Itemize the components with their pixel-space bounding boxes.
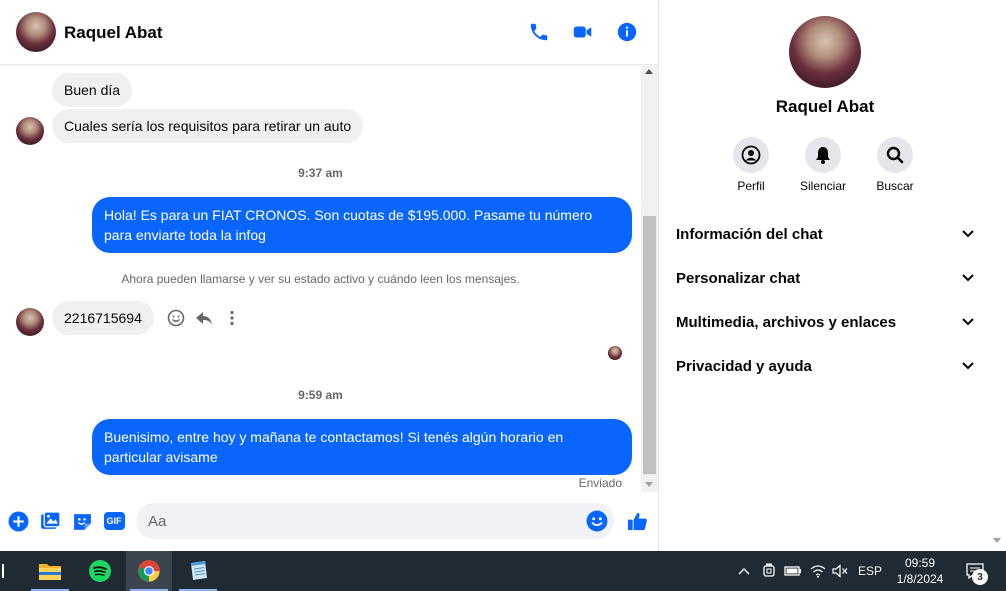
windows-taskbar: ESP 09:59 1/8/2024 3 [0, 551, 1006, 591]
section-chat-info[interactable]: Información del chat [676, 222, 976, 246]
profile-icon [733, 137, 769, 173]
reply-icon[interactable] [194, 308, 214, 328]
notification-center-button[interactable]: 3 [960, 551, 990, 591]
scroll-thumb[interactable] [643, 216, 656, 474]
volume-muted-icon[interactable] [830, 551, 850, 591]
sender-avatar[interactable] [16, 117, 44, 145]
search-label: Buscar [876, 179, 914, 193]
message-status: Enviado [578, 476, 622, 490]
contact-avatar[interactable] [16, 12, 56, 52]
app-window: Raquel Abat Buen día Cuales sería los re… [0, 0, 1006, 591]
chevron-down-icon [960, 226, 976, 242]
profile-button[interactable]: Perfil [716, 137, 786, 193]
taskbar-clock[interactable]: 09:59 1/8/2024 [890, 555, 950, 587]
mute-button[interactable]: Silenciar [788, 137, 858, 193]
section-privacy-help[interactable]: Privacidad y ayuda [676, 354, 976, 378]
section-label: Personalizar chat [676, 269, 801, 287]
incoming-message[interactable]: Cuales sería los requisitos para retirar… [52, 109, 364, 143]
file-explorer-icon[interactable] [27, 551, 73, 591]
section-label: Información del chat [676, 225, 823, 243]
search-button[interactable]: Buscar [860, 137, 930, 193]
search-icon [877, 137, 913, 173]
more-options-icon[interactable] [222, 308, 242, 328]
mute-label: Silenciar [799, 179, 847, 193]
sticker-icon[interactable] [71, 510, 93, 532]
read-receipt-avatar [608, 346, 622, 360]
message-timestamp: 9:37 am [298, 166, 343, 180]
chevron-down-icon [960, 358, 976, 374]
usb-device-icon[interactable] [759, 551, 779, 591]
incoming-message[interactable]: Buen día [52, 73, 133, 107]
bell-icon [805, 137, 841, 173]
section-media-files-links[interactable]: Multimedia, archivos y enlaces [676, 310, 976, 334]
notification-count-badge: 3 [972, 569, 988, 585]
input-language-indicator[interactable]: ESP [856, 551, 884, 591]
chat-panel: Raquel Abat Buen día Cuales sería los re… [0, 0, 659, 551]
scroll-up-arrow-icon[interactable] [645, 69, 653, 74]
info-icon[interactable] [615, 20, 639, 44]
message-scrollbar[interactable] [641, 66, 658, 492]
contact-name[interactable]: Raquel Abat [64, 23, 163, 43]
gif-icon[interactable]: GIF [103, 510, 125, 532]
scroll-down-arrow-icon[interactable] [993, 538, 1001, 543]
chevron-down-icon [960, 314, 976, 330]
wifi-icon[interactable] [808, 551, 828, 591]
battery-icon[interactable] [782, 551, 804, 591]
taskbar-grip-icon[interactable] [0, 551, 16, 591]
chrome-icon[interactable] [126, 551, 172, 591]
clock-time: 09:59 [904, 556, 936, 570]
notepad-icon[interactable] [175, 551, 221, 591]
video-call-icon[interactable] [571, 20, 595, 44]
message-input[interactable] [148, 503, 578, 539]
chevron-down-icon [960, 270, 976, 286]
message-timestamp: 9:59 am [298, 388, 343, 402]
clock-date: 1/8/2024 [896, 572, 944, 586]
phone-call-icon[interactable] [527, 20, 551, 44]
react-icon[interactable] [166, 308, 186, 328]
spotify-icon[interactable] [77, 551, 123, 591]
system-notice: Ahora pueden llamarse y ver su estado ac… [121, 272, 520, 286]
outgoing-message[interactable]: Buenisimo, entre hoy y mañana te contact… [92, 419, 632, 475]
photo-icon[interactable] [39, 510, 61, 532]
chevron-up-icon[interactable] [734, 551, 754, 591]
section-customize-chat[interactable]: Personalizar chat [676, 266, 976, 290]
add-attachment-icon[interactable] [7, 510, 29, 532]
section-label: Privacidad y ayuda [676, 357, 812, 375]
conversation-info-panel: Raquel Abat Perfil Silenciar Buscar Info… [660, 0, 1006, 551]
outgoing-message[interactable]: Hola! Es para un FIAT CRONOS. Son cuotas… [92, 197, 632, 253]
thumbs-up-icon[interactable] [625, 509, 649, 533]
message-input-wrapper [136, 503, 614, 539]
scroll-down-arrow-icon[interactable] [645, 482, 653, 487]
profile-name: Raquel Abat [775, 97, 875, 116]
profile-avatar[interactable] [789, 16, 861, 88]
incoming-message[interactable]: 2216715694 [52, 301, 154, 335]
sender-avatar[interactable] [16, 308, 44, 336]
chat-header: Raquel Abat [0, 0, 659, 65]
gif-label: GIF [103, 512, 125, 530]
section-label: Multimedia, archivos y enlaces [676, 313, 897, 331]
message-list[interactable]: Buen día Cuales sería los requisitos par… [0, 66, 641, 492]
composer-bar: GIF [0, 494, 659, 551]
emoji-icon[interactable] [586, 510, 608, 532]
profile-label: Perfil [737, 179, 765, 193]
